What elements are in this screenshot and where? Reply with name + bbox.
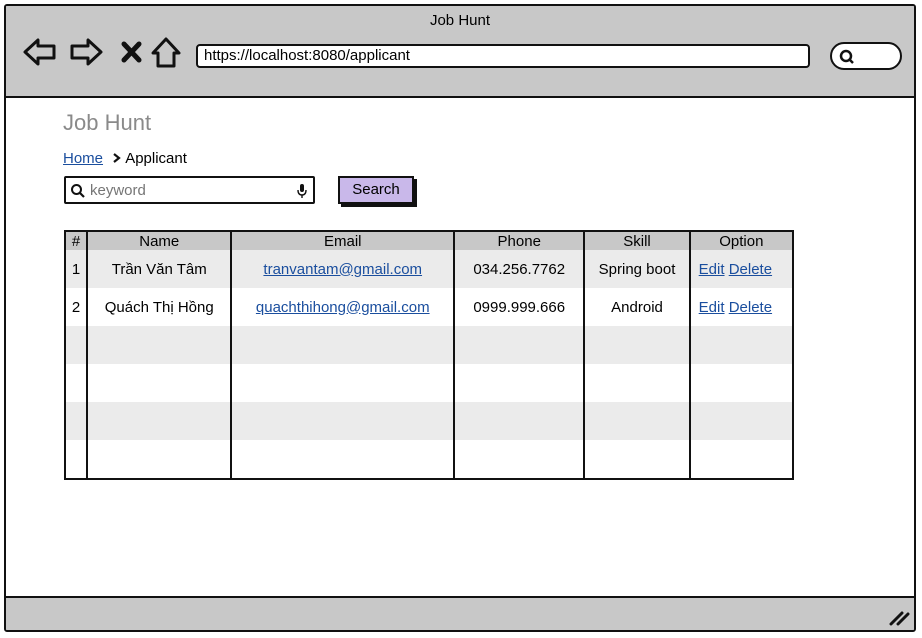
empty-row (63, 326, 795, 364)
email-cell: tranvantam@gmail.com (230, 250, 456, 288)
breadcrumb: Home Applicant (63, 150, 187, 167)
column-header-phone: Phone (453, 231, 586, 250)
empty-row (63, 364, 795, 402)
browser-search-box[interactable] (830, 42, 902, 70)
delete-link[interactable]: Delete (729, 261, 772, 278)
column-header-number: # (63, 231, 89, 250)
phone-cell: 0999.999.666 (453, 288, 586, 326)
close-icon[interactable] (114, 34, 150, 70)
search-icon (839, 49, 854, 64)
applicant-name: Quách Thị Hồng (86, 288, 233, 326)
breadcrumb-current: Applicant (125, 150, 187, 167)
skill-cell: Spring boot (583, 250, 691, 288)
delete-link[interactable]: Delete (729, 299, 772, 316)
row-number: 2 (63, 288, 89, 326)
table-row: 1 Trần Văn Tâm tranvantam@gmail.com 034.… (63, 250, 795, 288)
browser-window: Job Hunt https://localhost:8080/applican… (4, 4, 916, 632)
search-icon (71, 184, 85, 198)
table-header-row: # Name Email Phone Skill Option (63, 231, 795, 250)
page-content: Job Hunt Home Applicant Search (6, 98, 914, 596)
breadcrumb-home-link[interactable]: Home (63, 150, 103, 167)
forward-icon[interactable] (68, 34, 104, 70)
keyword-search-field[interactable] (64, 176, 315, 204)
microphone-icon[interactable] (297, 183, 307, 199)
address-bar[interactable]: https://localhost:8080/applicant (196, 44, 810, 68)
chevron-right-icon (113, 150, 121, 167)
skill-cell: Android (583, 288, 691, 326)
column-header-email: Email (230, 231, 456, 250)
row-number: 1 (63, 250, 89, 288)
keyword-input[interactable] (90, 180, 290, 200)
empty-row (63, 402, 795, 440)
resize-grip-icon[interactable] (888, 610, 910, 626)
column-header-name: Name (86, 231, 233, 250)
email-link[interactable]: tranvantam@gmail.com (263, 261, 422, 278)
table-row: 2 Quách Thị Hồng quachthihong@gmail.com … (63, 288, 795, 326)
option-cell: Edit Delete (688, 250, 795, 288)
home-icon[interactable] (148, 34, 184, 70)
edit-link[interactable]: Edit (699, 299, 725, 316)
applicant-name: Trần Văn Tâm (86, 250, 233, 288)
browser-toolbar: Job Hunt https://localhost:8080/applican… (6, 6, 914, 98)
back-icon[interactable] (22, 34, 58, 70)
applicant-table: # Name Email Phone Skill Option 1 Trần V… (63, 230, 795, 480)
edit-link[interactable]: Edit (699, 261, 725, 278)
window-title: Job Hunt (429, 12, 491, 29)
page-title: Job Hunt (63, 110, 152, 135)
search-button[interactable]: Search (338, 176, 414, 204)
phone-cell: 034.256.7762 (453, 250, 586, 288)
option-cell: Edit Delete (688, 288, 795, 326)
status-bar (6, 596, 914, 630)
column-header-option: Option (688, 231, 795, 250)
email-link[interactable]: quachthihong@gmail.com (256, 299, 430, 316)
empty-row (63, 440, 795, 479)
column-header-skill: Skill (583, 231, 691, 250)
email-cell: quachthihong@gmail.com (230, 288, 456, 326)
